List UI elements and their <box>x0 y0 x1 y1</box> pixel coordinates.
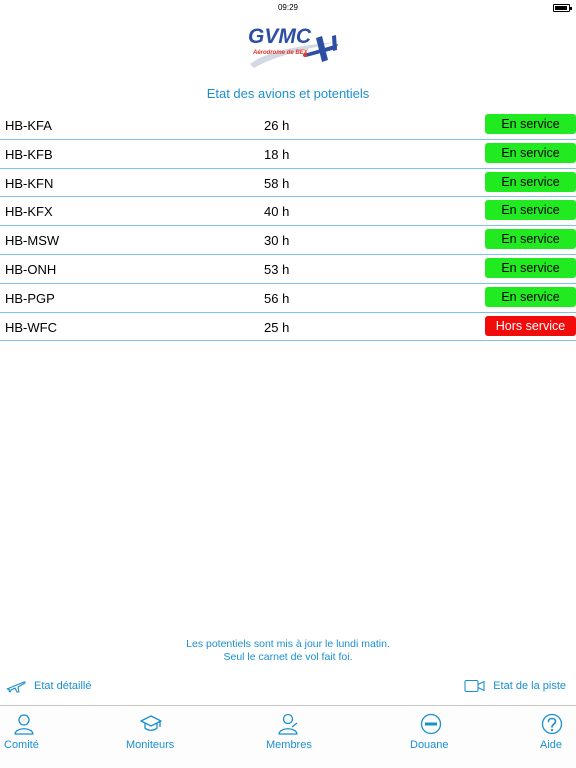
status-badge: En service <box>485 229 576 250</box>
logo-text: GVMC <box>248 25 312 48</box>
graduation-cap-icon <box>140 715 162 731</box>
status-badge: En service <box>485 142 576 163</box>
aircraft-registration: HB-KFB <box>5 146 53 162</box>
status-badge: En service <box>485 171 576 192</box>
footer-note-line1: Les potentiels sont mis à jour le lundi … <box>186 638 390 650</box>
aircraft-hours: 56 h <box>264 290 290 306</box>
status-badge: Hors service <box>485 315 576 336</box>
tab-comite[interactable]: Comité <box>0 706 60 768</box>
club-logo: GVMC Aérodrome de BEX <box>244 20 344 72</box>
runway-status-link[interactable]: Etat de la piste <box>464 678 566 694</box>
battery-level <box>555 6 567 10</box>
aircraft-row[interactable]: HB-KFA 26 h En service <box>0 111 576 140</box>
aircraft-hours: 25 h <box>264 319 290 335</box>
tab-label: Membres <box>266 739 312 751</box>
tab-membres[interactable]: Membres <box>255 706 325 768</box>
tab-bar: Comité Moniteurs Membres Douane Aide <box>0 705 576 768</box>
aircraft-row[interactable]: HB-KFX 40 h En service <box>0 197 576 227</box>
aircraft-row[interactable]: HB-KFB 18 h En service <box>0 140 576 169</box>
aircraft-row[interactable]: HB-PGP 56 h En service <box>0 284 576 313</box>
aircraft-registration: HB-ONH <box>5 261 57 277</box>
status-badge: En service <box>485 200 576 221</box>
runway-status-label: Etat de la piste <box>493 680 566 692</box>
help-icon <box>541 713 563 735</box>
aircraft-row[interactable]: HB-ONH 53 h En service <box>0 255 576 284</box>
aircraft-hours: 18 h <box>264 146 290 162</box>
aircraft-list: HB-KFA 26 h En service HB-KFB 18 h En service… <box>0 111 576 342</box>
detailed-status-link[interactable]: Etat détaillé <box>6 678 91 694</box>
page-title: Etat des avions et potentiels <box>206 86 370 101</box>
aircraft-row[interactable]: HB-MSW 30 h En service <box>0 226 576 255</box>
tab-aide[interactable]: Aide <box>530 706 576 768</box>
video-camera-icon <box>464 679 485 693</box>
status-badge: En service <box>485 286 576 307</box>
tab-label: Aide <box>540 739 563 751</box>
tab-label: Comité <box>4 739 39 751</box>
aircraft-row[interactable]: HB-WFC 25 h Hors service <box>0 313 576 342</box>
aircraft-row[interactable]: HB-KFN 58 h En service <box>0 169 576 198</box>
aircraft-hours: 30 h <box>264 233 290 249</box>
footer-note-line2: Seul le carnet de vol fait foi. <box>223 651 353 663</box>
aircraft-hours: 40 h <box>264 204 290 220</box>
aircraft-registration: HB-KFN <box>5 175 54 191</box>
battery-icon <box>553 4 572 12</box>
aircraft-registration: HB-KFA <box>5 118 52 133</box>
logo-subtitle: Aérodrome de BEX <box>252 50 309 56</box>
status-badge: En service <box>485 114 576 134</box>
status-time: 09:29 <box>277 3 299 12</box>
tab-label: Moniteurs <box>126 739 175 751</box>
airplane-icon <box>6 681 26 693</box>
status-badge: En service <box>485 257 576 278</box>
status-bar: 09:29 <box>0 0 576 18</box>
aircraft-registration: HB-KFX <box>5 204 53 220</box>
detailed-status-label: Etat détaillé <box>34 680 92 692</box>
aircraft-hours: 53 h <box>264 261 290 277</box>
aircraft-registration: HB-WFC <box>5 319 57 335</box>
person-icon <box>14 714 34 735</box>
aircraft-hours: 58 h <box>264 175 290 191</box>
footer-note: Les potentiels sont mis à jour le lundi … <box>0 638 576 664</box>
aircraft-registration: HB-PGP <box>5 290 55 306</box>
tab-label: Douane <box>410 739 449 751</box>
tab-douane[interactable]: Douane <box>400 706 460 768</box>
aircraft-hours: 26 h <box>264 118 290 133</box>
no-entry-icon <box>420 713 442 735</box>
tab-moniteurs[interactable]: Moniteurs <box>115 706 185 768</box>
person-wave-icon <box>278 713 298 735</box>
aircraft-registration: HB-MSW <box>5 233 60 249</box>
